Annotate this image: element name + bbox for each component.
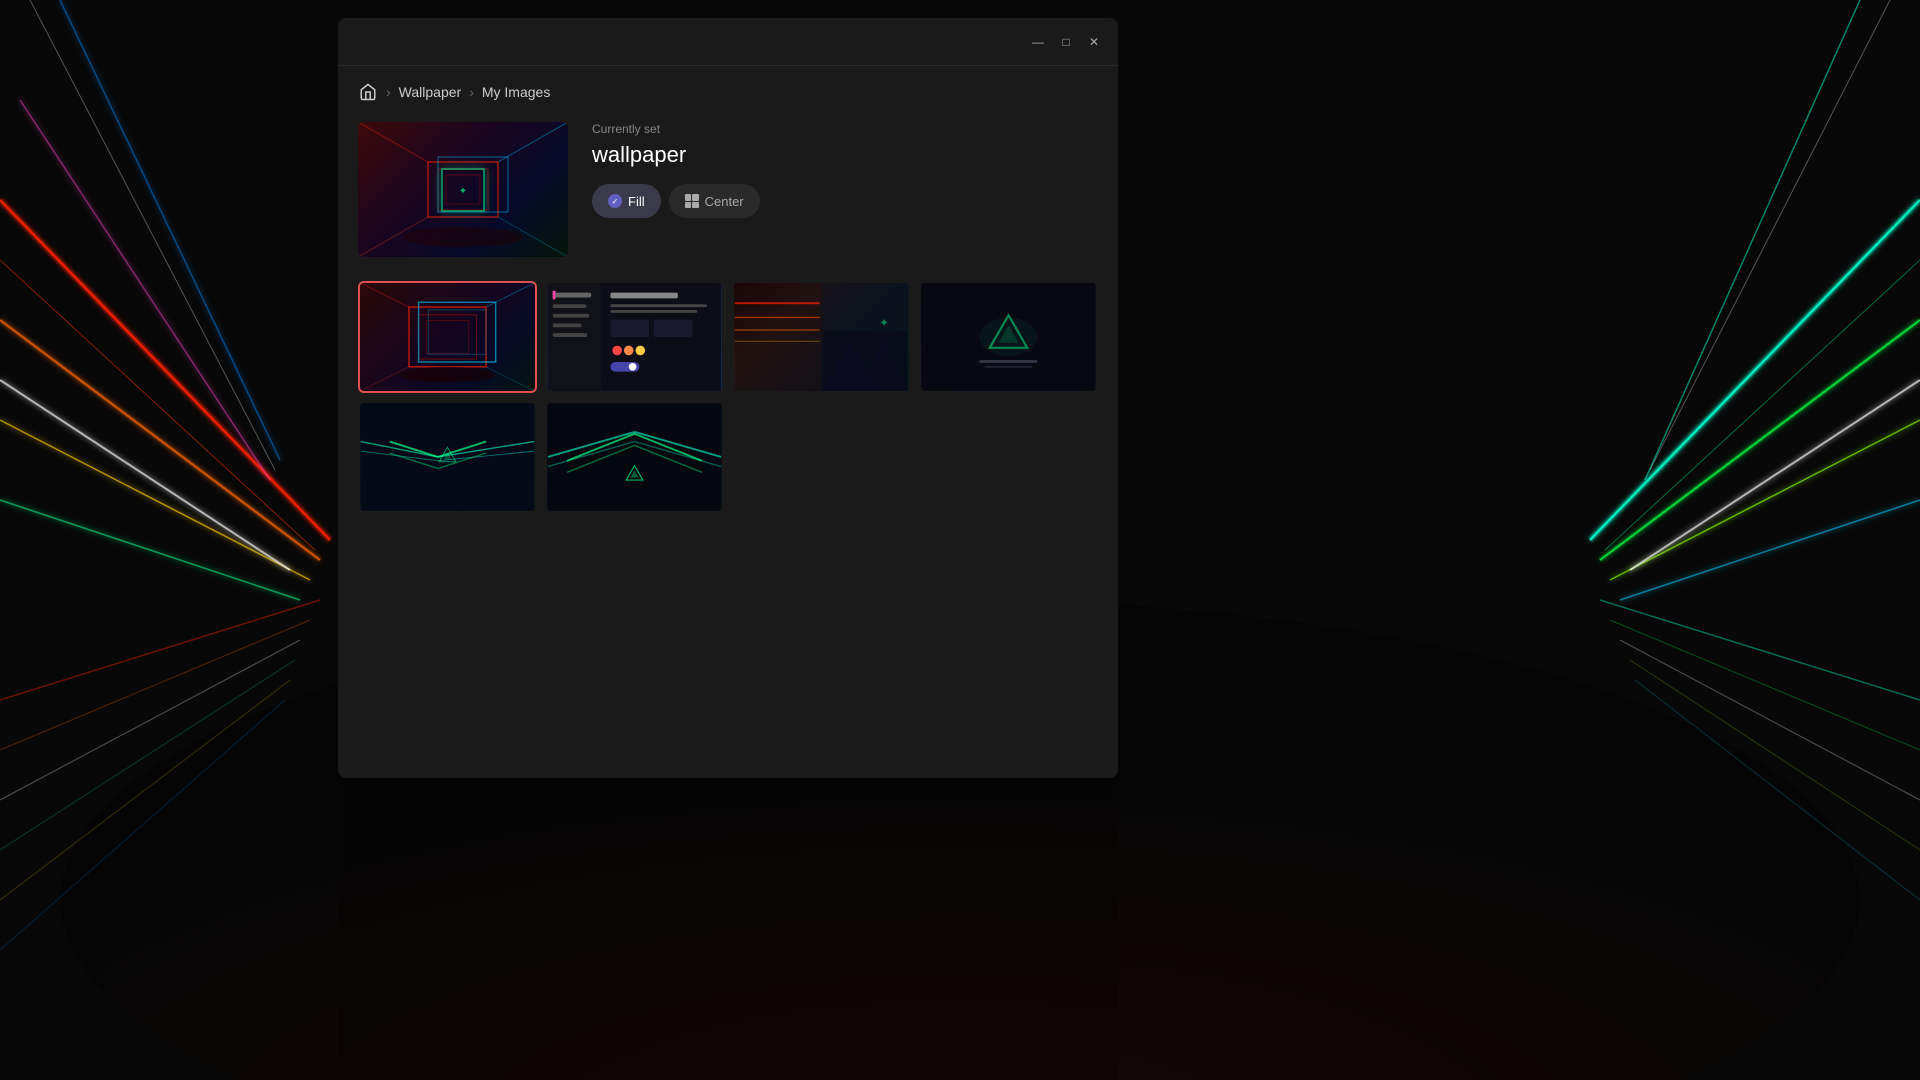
breadcrumb: › Wallpaper › My Images	[358, 82, 1098, 102]
breadcrumb-sep-1: ›	[386, 84, 391, 100]
minimize-button[interactable]: —	[1030, 34, 1046, 50]
app-window: — □ ✕ › Wallpaper › My Images	[338, 18, 1118, 778]
svg-text:✦: ✦	[879, 317, 889, 329]
center-grid-icon	[685, 194, 699, 208]
image-tile-1[interactable]	[358, 281, 537, 393]
window-controls: — □ ✕	[1030, 34, 1102, 50]
preview-image: ✦	[358, 122, 568, 257]
image-grid: ✦	[358, 281, 1098, 513]
svg-text:✦: ✦	[459, 186, 467, 197]
image-tile-2[interactable]	[545, 281, 724, 393]
preview-info: Currently set wallpaper ✓ Fill Center	[592, 122, 1098, 218]
wallpaper-name: wallpaper	[592, 142, 1098, 168]
title-bar: — □ ✕	[338, 18, 1118, 66]
breadcrumb-wallpaper[interactable]: Wallpaper	[399, 84, 462, 100]
image-tile-6[interactable]	[545, 401, 724, 513]
breadcrumb-sep-2: ›	[469, 84, 474, 100]
breadcrumb-home-icon[interactable]	[358, 82, 378, 102]
maximize-button[interactable]: □	[1058, 34, 1074, 50]
image-tile-4[interactable]	[919, 281, 1098, 393]
center-label: Center	[705, 194, 744, 209]
image-tile-3[interactable]: ✦	[732, 281, 911, 393]
breadcrumb-my-images[interactable]: My Images	[482, 84, 550, 100]
fill-label: Fill	[628, 194, 645, 209]
image-tile-5[interactable]	[358, 401, 537, 513]
layout-buttons: ✓ Fill Center	[592, 184, 1098, 218]
center-button[interactable]: Center	[669, 184, 760, 218]
content-area: › Wallpaper › My Images	[338, 66, 1118, 778]
preview-section: ✦ Currently set wallpaper	[358, 122, 1098, 257]
currently-set-label: Currently set	[592, 122, 1098, 136]
fill-button[interactable]: ✓ Fill	[592, 184, 661, 218]
close-button[interactable]: ✕	[1086, 34, 1102, 50]
fill-check-icon: ✓	[608, 194, 622, 208]
